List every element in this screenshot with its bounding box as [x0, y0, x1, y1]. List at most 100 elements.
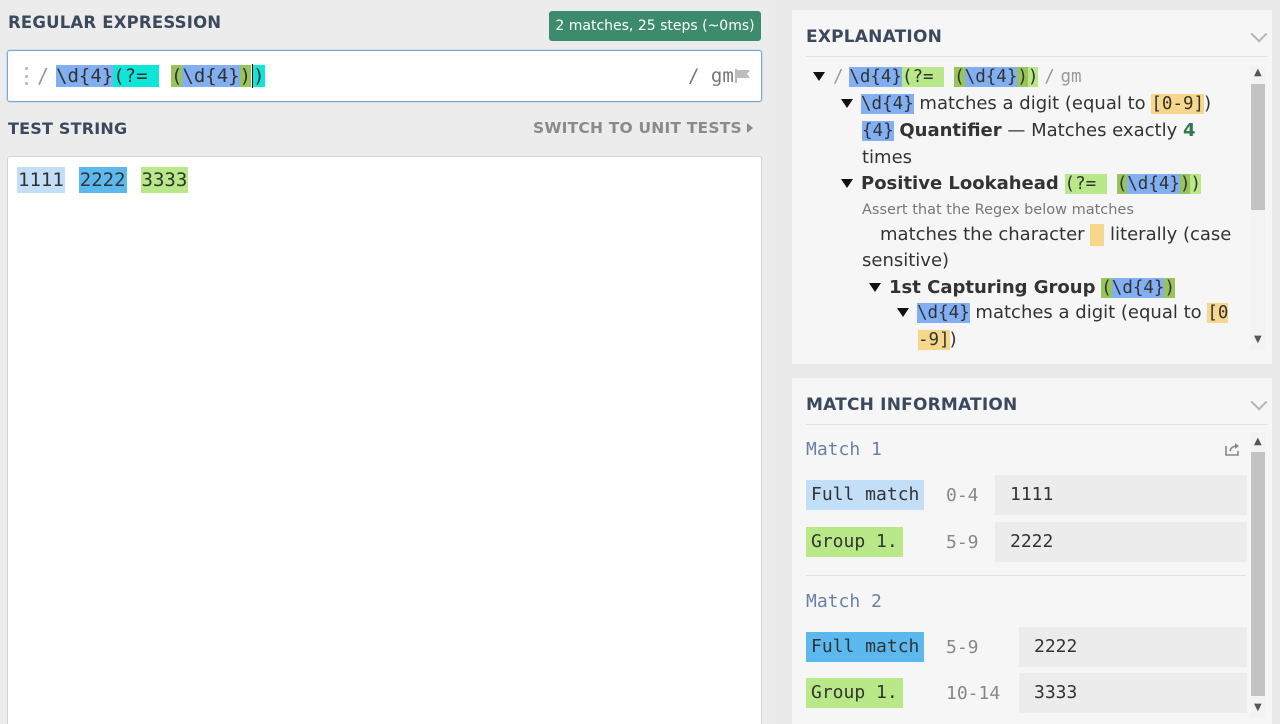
scrollbar-thumb[interactable]	[1251, 84, 1265, 210]
char-text: matches the character	[880, 224, 1085, 245]
match-count-badge: 2 matches, 25 steps (~0ms)	[549, 11, 761, 41]
match-value[interactable]: 1111	[995, 475, 1247, 515]
root-flags: gm	[1060, 67, 1082, 87]
lookahead-code-close: )	[1190, 174, 1202, 194]
regex-token-lookahead-open: (?=	[113, 65, 159, 87]
item2-text: matches a digit (equal to	[975, 302, 1208, 323]
scroll-up-icon[interactable]: ▲	[1254, 68, 1262, 78]
explanation-item-digit: \d{4} matches a digit (equal to [0-9])	[841, 91, 1211, 117]
root-code-group-digit: \d{4}	[964, 67, 1018, 87]
lookahead-code-group-close: )	[1179, 174, 1191, 194]
item-close: )	[1204, 93, 1212, 114]
group-code-close: )	[1164, 278, 1176, 298]
item-text: matches a digit (equal to	[919, 93, 1152, 114]
quantifier-label: Quantifier	[899, 120, 1002, 141]
match-highlight-2: 2222	[78, 167, 127, 193]
item2-range-a: [0	[1207, 303, 1229, 323]
group-highlight: 3333	[140, 167, 189, 193]
regex-token-group-close: )	[239, 65, 252, 87]
triangle-down-icon[interactable]	[841, 178, 853, 188]
regex-pattern[interactable]: \d{4} (?= (\d{4}))	[56, 63, 265, 89]
regex-token-group-digit: \d{4}	[182, 65, 240, 87]
test-string-editor[interactable]: 1111 2222 3333	[7, 156, 762, 724]
char-space-highlight	[1090, 224, 1105, 246]
root-slash-open: /	[833, 67, 844, 87]
regex-flags-text: gm	[710, 65, 734, 87]
char-line: matches the character literally (case	[880, 222, 1231, 248]
full-match-label: Full match	[806, 480, 925, 510]
char-text-tail: literally (case	[1110, 224, 1232, 245]
explanation-root: / \d{4}(?= (\d{4})) / gm	[813, 64, 1082, 90]
lookahead-label: Positive Lookahead	[861, 173, 1059, 194]
root-slash-close: /	[1044, 67, 1055, 87]
root-code-group-close: )	[1017, 67, 1028, 87]
switch-unit-tests-link[interactable]: SWITCH TO UNIT TESTS	[533, 119, 742, 137]
scroll-down-icon[interactable]: ▼	[1254, 335, 1262, 345]
group-label: Group 1.	[806, 527, 903, 557]
left-panel: REGULAR EXPRESSION 2 matches, 25 steps (…	[0, 0, 776, 724]
flag-icon[interactable]	[734, 68, 752, 84]
regex-open-slash: /	[37, 64, 50, 88]
root-code-lookahead-close: )	[1027, 67, 1039, 87]
group-label: 1st Capturing Group	[889, 277, 1096, 298]
match-2-title: Match 2	[806, 591, 882, 612]
drag-handle-icon[interactable]	[25, 67, 29, 85]
char-text-tail-2: sensitive)	[862, 250, 950, 271]
regex-section-title: REGULAR EXPRESSION	[8, 13, 222, 32]
root-code-group-open: (	[954, 67, 965, 87]
root-code-digit: \d{4}	[849, 67, 902, 87]
triangle-down-icon[interactable]	[869, 282, 881, 292]
triangle-down-icon[interactable]	[813, 71, 825, 81]
group-value[interactable]: 3333	[1019, 673, 1247, 713]
match-info-title: MATCH INFORMATION	[806, 395, 1018, 415]
explanation-title: EXPLANATION	[806, 27, 943, 47]
group-value[interactable]: 2222	[995, 522, 1247, 562]
triangle-down-icon[interactable]	[841, 98, 853, 108]
explanation-item-digit-2-tail: -9])	[918, 327, 957, 353]
item-range: [0-9]	[1151, 94, 1205, 114]
regex-token-lookahead-close: )	[253, 65, 265, 87]
scroll-up-icon[interactable]: ▲	[1254, 437, 1262, 447]
scrollbar-thumb[interactable]	[1251, 452, 1265, 696]
match-range: 5-9	[946, 637, 979, 658]
quantifier-text: — Matches exactly	[1007, 120, 1183, 141]
root-code-lookahead: (?=	[901, 67, 945, 87]
divider	[806, 424, 1268, 425]
test-string-title: TEST STRING	[8, 119, 128, 138]
assert-text: Assert that the Regex below matches	[862, 202, 1134, 218]
regex-close-slash: /	[688, 65, 700, 87]
group-range: 5-9	[946, 532, 979, 553]
divider	[806, 56, 1268, 57]
scroll-down-icon[interactable]: ▼	[1254, 703, 1262, 713]
lookahead-code-digit: \d{4}	[1127, 174, 1180, 194]
share-icon[interactable]	[1225, 442, 1241, 456]
regex-flags[interactable]: / gm	[688, 65, 734, 87]
quantifier-code: {4}	[862, 121, 894, 141]
lookahead-code-group-open: (	[1116, 174, 1128, 194]
quantifier-count: 4	[1182, 120, 1196, 141]
regex-token-digit: \d{4}	[56, 65, 114, 87]
divider	[806, 575, 1246, 576]
quantifier-tail: times	[862, 147, 913, 168]
test-string-content: 1111 2222 3333	[17, 167, 189, 193]
group-label: Group 1.	[806, 678, 903, 708]
group-code-open: (	[1101, 278, 1112, 298]
explanation-item-digit-2: \d{4} matches a digit (equal to [0	[897, 300, 1229, 326]
capturing-group-line: 1st Capturing Group (\d{4})	[869, 275, 1176, 301]
regex-input[interactable]: / \d{4} (?= (\d{4})) / gm	[7, 50, 762, 102]
item-code: \d{4}	[861, 94, 914, 114]
quantifier-line: {4} Quantifier — Matches exactly 4	[862, 118, 1195, 144]
match-value[interactable]: 2222	[1019, 627, 1247, 667]
group-range: 10-14	[946, 683, 1001, 704]
lookahead-line: Positive Lookahead (?= (\d{4}))	[841, 171, 1202, 197]
full-match-label: Full match	[806, 632, 925, 662]
triangle-down-icon[interactable]	[897, 307, 909, 317]
regex-token-group-open: (	[170, 65, 183, 87]
group-code-digit: \d{4}	[1111, 278, 1165, 298]
match-highlight-1: 1111	[17, 167, 65, 193]
match-1-title: Match 1	[806, 439, 882, 460]
item2-close: )	[949, 329, 957, 350]
item2-range-b: -9]	[918, 330, 950, 350]
lookahead-code-open: (?=	[1064, 174, 1107, 194]
chevron-right-icon[interactable]	[747, 123, 753, 133]
